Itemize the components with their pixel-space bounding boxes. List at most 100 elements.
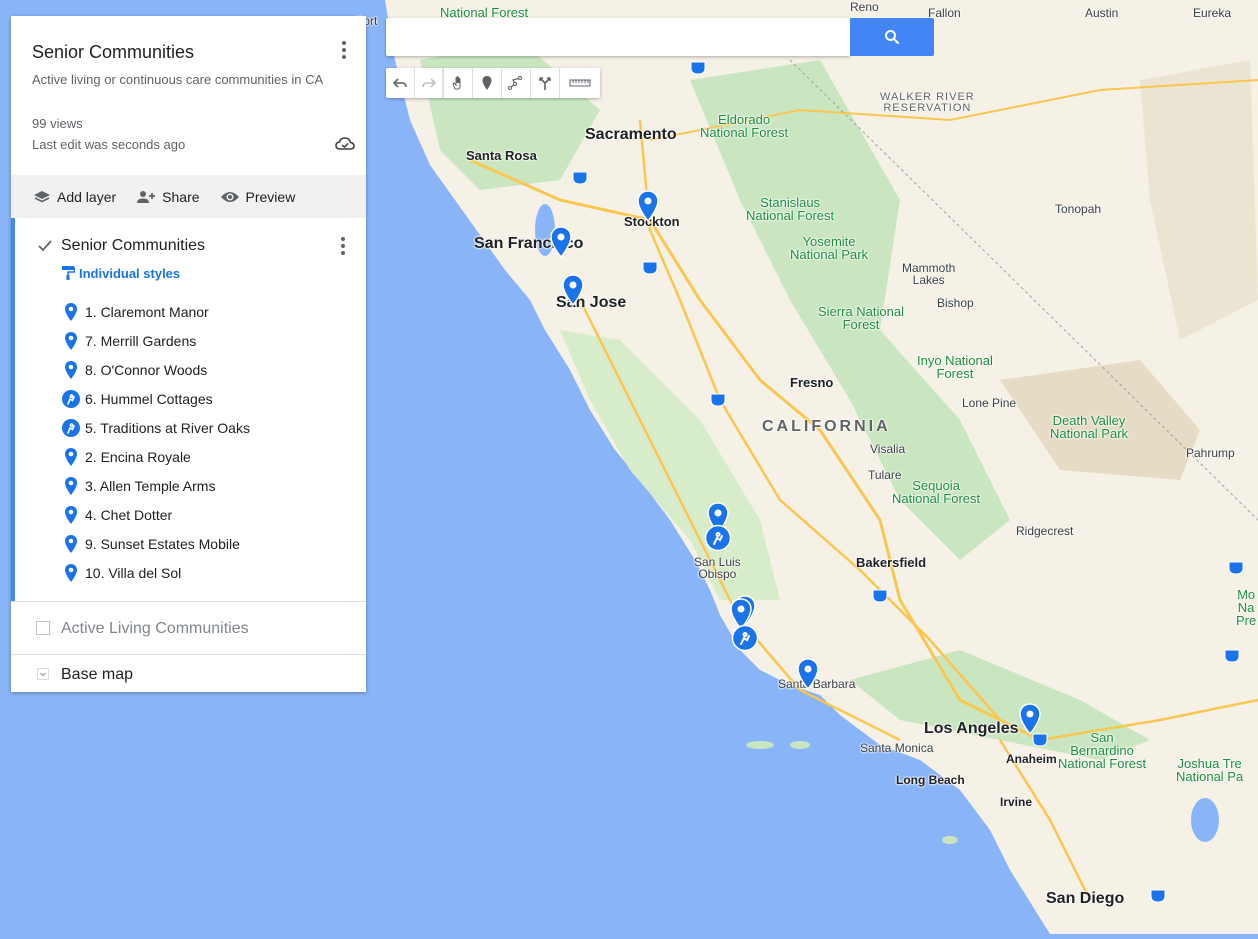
ruler-icon (569, 79, 591, 87)
list-item[interactable]: 4. Chet Dotter (61, 500, 351, 529)
list-item-label: 5. Traditions at River Oaks (85, 419, 250, 436)
interstate-80-shield-2 (572, 171, 588, 185)
search-input[interactable] (386, 18, 850, 56)
individual-styles-link[interactable]: Individual styles (61, 265, 180, 281)
measure-button[interactable] (560, 68, 600, 98)
list-item-label: 8. O'Connor Woods (85, 361, 208, 378)
pin-icon (65, 505, 77, 524)
map-label-mojave: Mo Na Pre (1236, 587, 1257, 628)
list-item[interactable]: 5. Traditions at River Oaks (61, 413, 351, 442)
map-label-santa-rosa: Santa Rosa (466, 148, 537, 163)
add-marker-button[interactable] (473, 68, 502, 98)
map-label-sierra: Sierra National Forest (818, 304, 904, 332)
map-label-stanislaus: Stanislaus National Forest (746, 195, 835, 223)
map-label-san-luis-obispo: San Luis Obispo (694, 555, 741, 581)
map-label-eureka: Eureka (1193, 6, 1232, 20)
undo-icon (392, 78, 407, 88)
pin-icon (65, 534, 77, 553)
layers-icon (34, 190, 50, 202)
map-label-california: CALIFORNIA (762, 418, 891, 435)
list-item[interactable]: 7. Merrill Gardens (61, 326, 351, 355)
map-label-san-bernardino: San Bernardino National Forest (1058, 730, 1147, 771)
map-label-sacramento: Sacramento (585, 126, 677, 143)
map-marker-los-angeles[interactable] (1018, 703, 1042, 735)
layer-senior-communities: Senior Communities Individual styles 1. … (11, 218, 366, 601)
preview-button[interactable]: Preview (220, 188, 296, 205)
map-marker-santa-barbara[interactable] (796, 658, 820, 690)
list-item[interactable]: 8. O'Connor Woods (61, 355, 351, 384)
add-person-icon (137, 190, 156, 203)
hand-icon (452, 76, 461, 90)
map-label-irvine: Irvine (1000, 795, 1033, 809)
map-label-joshua-tree: Joshua Tre National Pa (1176, 756, 1244, 784)
list-item-label: 10. Villa del Sol (85, 564, 182, 581)
chevron-down-icon[interactable] (37, 668, 49, 680)
pin-icon (65, 476, 77, 495)
map-label-visalia: Visalia (870, 442, 906, 456)
list-item[interactable]: 6. Hummel Cottages (61, 384, 351, 413)
layer-options-menu-icon[interactable] (335, 234, 351, 258)
map-toolbar (386, 68, 600, 98)
list-item-label: 4. Chet Dotter (85, 506, 173, 523)
map-label-anaheim: Anaheim (1006, 752, 1057, 766)
layer-title[interactable]: Senior Communities (61, 237, 205, 255)
layer-visibility-checkbox[interactable] (37, 238, 53, 254)
map-options-menu-icon[interactable] (336, 38, 352, 62)
share-button[interactable]: Share (136, 188, 200, 205)
directions-button[interactable] (531, 68, 560, 98)
map-marker-stockton[interactable] (636, 190, 660, 222)
share-label: Share (162, 188, 200, 205)
list-item-label: 7. Merrill Gardens (85, 332, 197, 349)
list-item[interactable]: 2. Encina Royale (61, 442, 351, 471)
eye-icon (220, 191, 239, 202)
pin-icon (65, 331, 77, 350)
list-item[interactable]: 10. Villa del Sol (61, 558, 351, 587)
activity-icon (62, 389, 80, 408)
pin-icon (65, 563, 77, 582)
map-label-inyo: Inyo National Forest (917, 353, 993, 381)
layer-visibility-checkbox[interactable] (36, 621, 50, 635)
preview-label: Preview (245, 188, 296, 205)
map-label-santa-monica: Santa Monica (860, 741, 934, 755)
map-marker-slo-activity[interactable] (704, 524, 732, 552)
map-label-bakersfield: Bakersfield (856, 555, 927, 570)
base-map-section[interactable]: Base map (11, 654, 366, 693)
map-description[interactable]: Active living or continuous care communi… (32, 71, 337, 88)
list-item-label: 9. Sunset Estates Mobile (85, 535, 240, 552)
layer-title[interactable]: Active Living Communities (61, 620, 249, 638)
map-title[interactable]: Senior Communities (32, 42, 194, 63)
redo-button[interactable] (415, 68, 444, 98)
pin-icon (65, 360, 77, 379)
pin-icon (65, 447, 77, 466)
list-item-label: 1. Claremont Manor (85, 303, 209, 320)
map-label-eldorado: Eldorado National Forest (700, 112, 789, 140)
draw-line-button[interactable] (502, 68, 531, 98)
paint-roller-icon (62, 266, 75, 280)
interstate-5-shield-3 (872, 589, 888, 603)
list-item[interactable]: 3. Allen Temple Arms (61, 471, 351, 500)
map-label-reno: Reno (850, 0, 879, 14)
map-marker-san-jose[interactable] (561, 274, 585, 306)
view-count: 99 views (32, 116, 83, 131)
map-label-los-angeles: Los Angeles (924, 720, 1019, 737)
map-marker-san-francisco[interactable] (549, 226, 573, 258)
interstate-15-shield (1228, 561, 1244, 575)
map-label-austin: Austin (1085, 6, 1119, 20)
map-label-san-diego: San Diego (1046, 890, 1125, 907)
pan-tool-button[interactable] (444, 68, 473, 98)
list-item[interactable]: 9. Sunset Estates Mobile (61, 529, 351, 558)
interstate-15-shield-2 (1150, 889, 1166, 903)
map-marker-central-coast-activity[interactable] (731, 624, 759, 652)
undo-button[interactable] (386, 68, 415, 98)
marker-icon (482, 76, 492, 90)
map-label-tonopah: Tonopah (1055, 202, 1102, 216)
draw-line-icon (508, 76, 522, 90)
list-item[interactable]: 1. Claremont Manor (61, 297, 351, 326)
search-button[interactable] (850, 18, 934, 56)
map-label-lone-pine: Lone Pine (962, 396, 1017, 410)
list-item-label: 6. Hummel Cottages (85, 390, 213, 407)
map-label-pahrump: Pahrump (1186, 446, 1235, 460)
map-legend-panel: Senior Communities Active living or cont… (11, 16, 366, 692)
add-layer-button[interactable]: Add layer (33, 189, 116, 205)
layer-active-living: Active Living Communities (11, 601, 366, 655)
